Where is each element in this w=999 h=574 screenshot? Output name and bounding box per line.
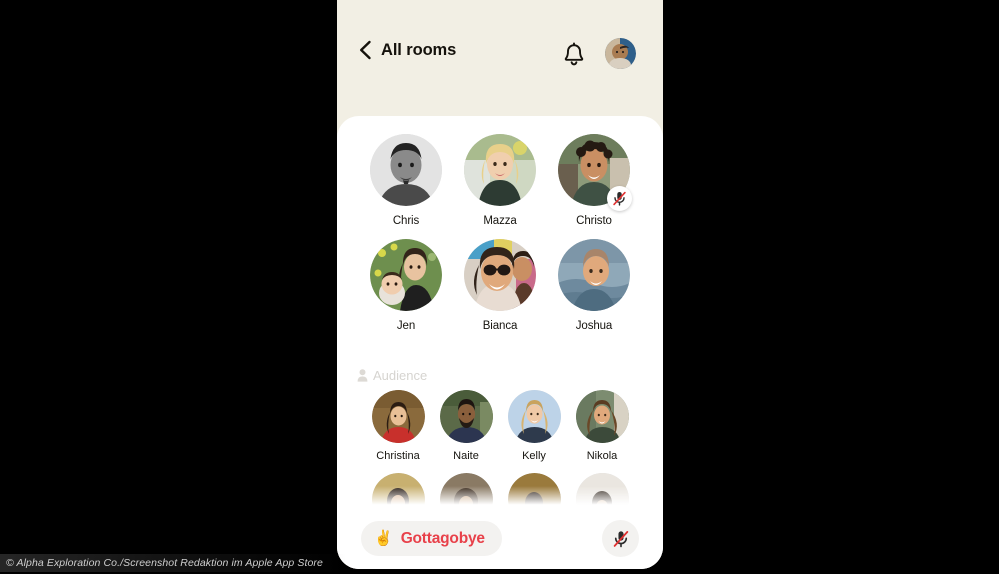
toggle-mic-button[interactable] — [602, 520, 639, 557]
audience-cell-christina[interactable]: Christina — [371, 390, 425, 462]
audience-row: Christina Naite Kelly Nikola — [337, 390, 663, 462]
leave-room-label: Gottagobye — [400, 529, 485, 547]
chevron-left-icon — [360, 40, 371, 60]
audience-name: Nikola — [586, 450, 618, 462]
audience-cell-nikola[interactable]: Nikola — [575, 390, 629, 462]
avatar-jen — [370, 239, 442, 311]
back-to-all-rooms-button[interactable]: All rooms — [358, 40, 456, 60]
audience-cell-kelly[interactable]: Kelly — [507, 390, 561, 462]
avatar-mazza — [464, 134, 536, 206]
speaker-cell-joshua[interactable]: Joshua — [558, 239, 630, 332]
bottom-bar: ✌️ Gottagobye — [337, 512, 663, 569]
avatar-christina-image — [371, 390, 425, 443]
peace-hand-icon: ✌️ — [374, 530, 393, 547]
avatar-nikola — [575, 390, 629, 443]
leave-room-button[interactable]: ✌️ Gottagobye — [361, 521, 502, 556]
back-label: All rooms — [381, 40, 457, 59]
speaker-cell-bianca[interactable]: Bianca — [464, 239, 536, 332]
mute-badge — [607, 186, 632, 211]
avatar-joshua-image — [558, 239, 630, 311]
speaker-name: Joshua — [575, 320, 613, 332]
caption-text: © Alpha Exploration Co./Screenshot Redak… — [6, 557, 323, 569]
speaker-grid: Chris Mazza Christo Jen Bianca Joshua — [337, 134, 663, 344]
avatar-kelly — [507, 390, 561, 443]
speaker-name: Christo — [576, 215, 612, 227]
avatar-bianca-image — [464, 239, 536, 311]
avatar-bianca — [464, 239, 536, 311]
speaker-cell-christo[interactable]: Christo — [558, 134, 632, 227]
profile-avatar-image — [605, 38, 636, 69]
avatar-jen-image — [370, 239, 442, 311]
speaker-row: Jen Bianca Joshua — [337, 239, 663, 332]
header-row: All rooms — [337, 36, 663, 76]
avatar-naite — [439, 390, 493, 443]
audience-name: Christina — [376, 450, 420, 462]
avatar-christina — [371, 390, 425, 443]
audience-cell-naite[interactable]: Naite — [439, 390, 493, 462]
phone-screen: All rooms Chris Mazza Christo Jen Bianca… — [337, 0, 663, 569]
avatar-naite-image — [439, 390, 493, 443]
audience-name: Naite — [453, 450, 479, 462]
avatar-kelly-image — [507, 390, 561, 443]
app-header: All rooms — [337, 0, 663, 118]
audience-label: Audience — [373, 368, 428, 383]
person-icon — [357, 369, 368, 382]
screenshot-canvas: All rooms Chris Mazza Christo Jen Bianca… — [0, 0, 999, 574]
room-sheet: Chris Mazza Christo Jen Bianca Joshua Au… — [337, 116, 663, 569]
mic-muted-icon — [613, 191, 626, 206]
speaker-cell-jen[interactable]: Jen — [370, 239, 442, 332]
speaker-name: Mazza — [483, 215, 517, 227]
avatar-joshua — [558, 239, 630, 311]
avatar-nikola-image — [575, 390, 629, 443]
speaker-name: Chris — [392, 215, 420, 227]
profile-avatar[interactable] — [605, 38, 636, 69]
bell-icon[interactable] — [560, 41, 588, 69]
audience-header: Audience — [357, 368, 427, 383]
speaker-name: Bianca — [482, 320, 518, 332]
audience-name: Kelly — [522, 450, 546, 462]
avatar-chris-image — [370, 134, 442, 206]
image-caption: © Alpha Exploration Co./Screenshot Redak… — [0, 554, 346, 572]
speaker-row: Chris Mazza Christo — [337, 134, 663, 227]
mic-muted-icon — [613, 530, 628, 547]
speaker-cell-chris[interactable]: Chris — [370, 134, 442, 227]
avatar-mazza-image — [464, 134, 536, 206]
speaker-name: Jen — [396, 320, 416, 332]
speaker-cell-mazza[interactable]: Mazza — [464, 134, 536, 227]
avatar-chris — [370, 134, 442, 206]
